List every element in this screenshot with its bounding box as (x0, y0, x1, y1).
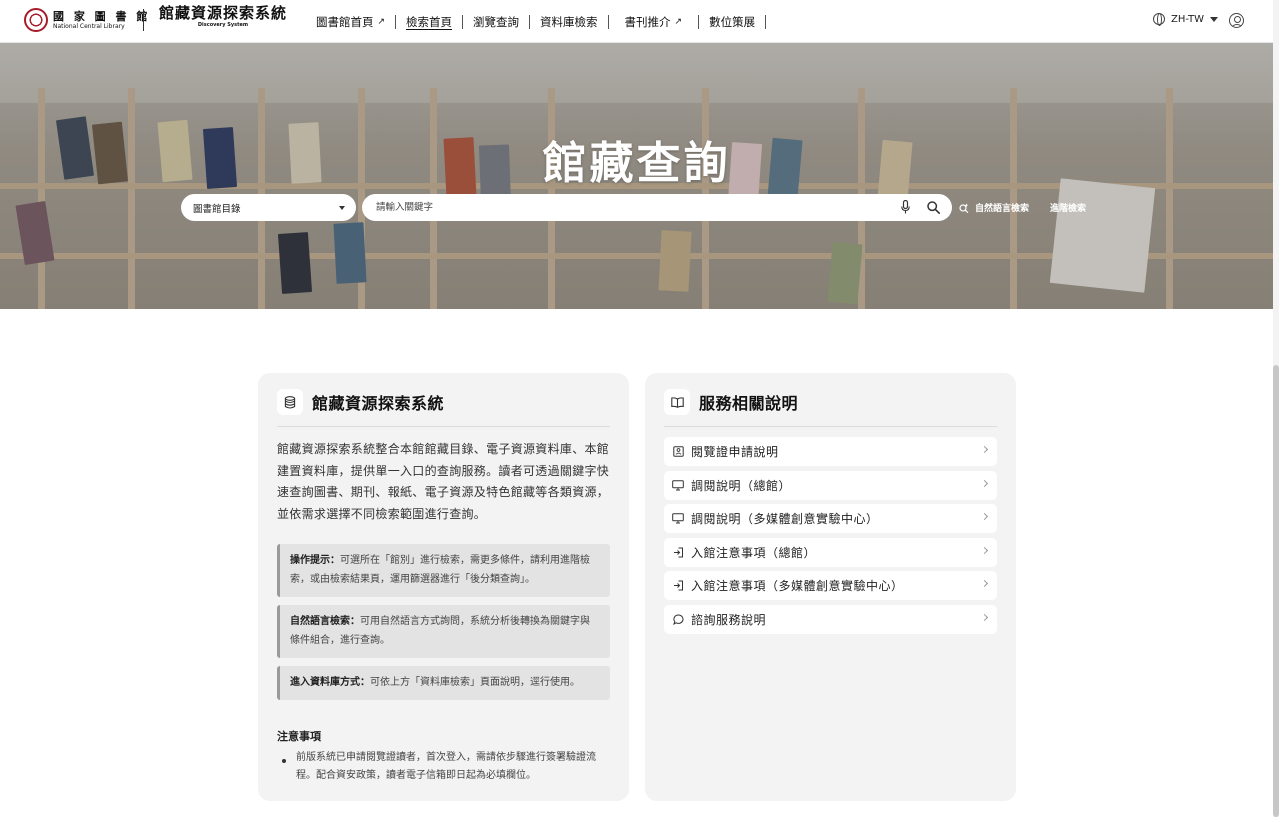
database-icon (277, 389, 303, 415)
hero-title: 館藏查詢 (542, 138, 731, 189)
service-item-label: 調閱說明（總館） (691, 478, 792, 493)
service-item-label: 入館注意事項（總館） (691, 545, 817, 560)
system-description: 館藏資源探索系統整合本館館藏目錄、電子資源資料庫、本館建置資料庫，提供單一入口的… (277, 442, 610, 521)
search-input[interactable] (376, 194, 876, 221)
arrow-up-right-icon: ↗ (377, 16, 386, 27)
service-item-entry-multimedia[interactable]: 入館注意事項（多媒體創意實驗中心） (664, 571, 997, 600)
notes-list: 前版系統已申請閱覽證讀者，首次登入，需請依步驟進行簽署驗證流程。配合資安政策，讀… (277, 749, 610, 785)
logo-chinese-name: 國 家 圖 書 館 (53, 9, 151, 23)
tip-label: 自然語言檢索： (290, 616, 360, 627)
chevron-right-icon (980, 512, 989, 521)
service-item-label: 調閱說明（多媒體創意實驗中心） (691, 512, 879, 526)
nav-library-home[interactable]: 圖書館首頁 ↗ (306, 15, 395, 29)
service-link-list: 閱覽證申請說明 調閱說明（總館） 調閱說明（多媒體創意實驗中心） 入館注意事項（… (664, 437, 997, 638)
nav-divider (765, 14, 767, 29)
tip-box-operation: 操作提示：可選所在「館別」進行檢索，需更多條件，請利用進階檢索，或由檢索結果頁，… (277, 544, 610, 597)
card-title: 館藏資源探索系統 (312, 394, 445, 413)
nav-browse[interactable]: 瀏覽查詢 (463, 15, 529, 29)
logo-divider (143, 9, 144, 31)
monitor-icon (672, 479, 684, 491)
nav-label: 資料庫檢索 (540, 14, 598, 29)
hero-banner: 館藏查詢 圖書館目錄 自然語言檢索 進階檢索 (0, 43, 1273, 309)
tip-label: 進入資料庫方式： (290, 677, 370, 688)
chat-bubble-icon (672, 613, 684, 625)
ncl-logo[interactable]: 國 家 圖 書 館 National Central Library (24, 8, 150, 32)
service-item-consultation[interactable]: 諮詢服務說明 (664, 604, 997, 634)
nav-book-recommendations[interactable]: 書刊推介 ↗ (609, 15, 699, 29)
service-item-label: 入館注意事項（多媒體創意實驗中心） (691, 579, 904, 593)
ncl-seal-icon (24, 8, 48, 32)
service-item-entry-main[interactable]: 入館注意事項（總館） (664, 537, 997, 567)
monitor-icon (672, 513, 684, 525)
list-item: 前版系統已申請閱覽證讀者，首次登入，需請依步驟進行簽署驗證流程。配合資安政策，讀… (277, 749, 610, 785)
arrow-up-right-icon: ↗ (674, 16, 683, 27)
search-icon[interactable] (927, 201, 940, 214)
page-scrollbar-thumb[interactable] (1273, 365, 1279, 817)
nav-digital-exhibitions[interactable]: 數位策展 (699, 15, 765, 29)
nav-label: 檢索首頁 (406, 14, 453, 29)
nav-database-search[interactable]: 資料庫檢索 (530, 15, 608, 29)
tip-box-natural-language: 自然語言檢索：可用自然語言方式詢問，系統分析後轉換為關鍵字與條件組合，進行查詢。 (277, 605, 610, 658)
service-item-label: 閱覽證申請說明 (691, 445, 779, 459)
card-title: 服務相關說明 (699, 394, 799, 413)
nav-label: 圖書館首頁 (316, 14, 374, 29)
sign-in-icon (672, 546, 684, 558)
sign-in-icon (672, 580, 684, 592)
chevron-right-icon (980, 479, 989, 487)
scope-select-value: 圖書館目錄 (193, 203, 241, 215)
chevron-right-icon (980, 546, 989, 554)
notes-heading: 注意事項 (277, 730, 321, 743)
advanced-search-link[interactable]: 進階檢索 (1050, 201, 1086, 214)
divider (664, 426, 997, 427)
discovery-system-card: 館藏資源探索系統 館藏資源探索系統整合本館館藏目錄、電子資源資料庫、本館建置資料… (258, 373, 629, 801)
chevron-right-icon (980, 613, 989, 621)
microphone-icon[interactable] (901, 200, 910, 214)
search-scope-select[interactable]: 圖書館目錄 (181, 194, 356, 221)
system-title-zh: 館藏資源探索系統 (159, 4, 288, 22)
divider (277, 426, 610, 427)
chevron-right-icon (980, 445, 989, 454)
tip-text: 可依上方「資料庫檢索」頁面說明，逕行使用。 (370, 677, 580, 688)
chevron-down-icon (1210, 16, 1219, 22)
tip-box-database-access: 進入資料庫方式：可依上方「資料庫檢索」頁面說明，逕行使用。 (277, 666, 610, 700)
nav-search-home[interactable]: 檢索首頁 (396, 15, 462, 29)
language-selector[interactable]: ZH-TW (1153, 13, 1219, 26)
main-nav: 圖書館首頁 ↗ 檢索首頁 瀏覽查詢 資料庫檢索 書刊推介 ↗ 數位策展 (306, 0, 767, 43)
chevron-down-icon (339, 205, 345, 210)
service-item-library-card[interactable]: 閱覽證申請說明 (664, 437, 997, 466)
natural-language-search-link[interactable]: 自然語言檢索 (959, 201, 1029, 214)
search-box (362, 194, 952, 221)
system-title[interactable]: 館藏資源探索系統 Discovery System (159, 6, 287, 28)
globe-icon (1153, 13, 1165, 26)
service-item-retrieval-main[interactable]: 調閱說明（總館） (664, 470, 997, 500)
user-circle-icon[interactable] (1229, 13, 1244, 28)
language-label: ZH-TW (1171, 13, 1205, 25)
service-info-card: 服務相關說明 閱覽證申請說明 調閱說明（總館） 調閱說明（多媒體創意實驗中心） (645, 373, 1016, 801)
chevron-right-icon (980, 579, 989, 588)
nav-label: 書刊推介 (624, 14, 671, 29)
nav-label: 瀏覽查詢 (473, 14, 520, 29)
service-item-label: 諮詢服務說明 (691, 612, 767, 627)
system-title-en: Discovery System (197, 22, 249, 28)
top-header: 國 家 圖 書 館 National Central Library 館藏資源探… (0, 0, 1273, 43)
service-item-retrieval-multimedia[interactable]: 調閱說明（多媒體創意實驗中心） (664, 504, 997, 533)
natural-language-search-label: 自然語言檢索 (975, 204, 1030, 214)
nav-label: 數位策展 (709, 14, 756, 29)
tip-label: 操作提示： (290, 555, 340, 566)
id-card-icon (672, 446, 684, 458)
logo-english-name: National Central Library (53, 22, 125, 30)
ai-search-icon (959, 202, 969, 213)
book-open-icon (664, 389, 690, 415)
